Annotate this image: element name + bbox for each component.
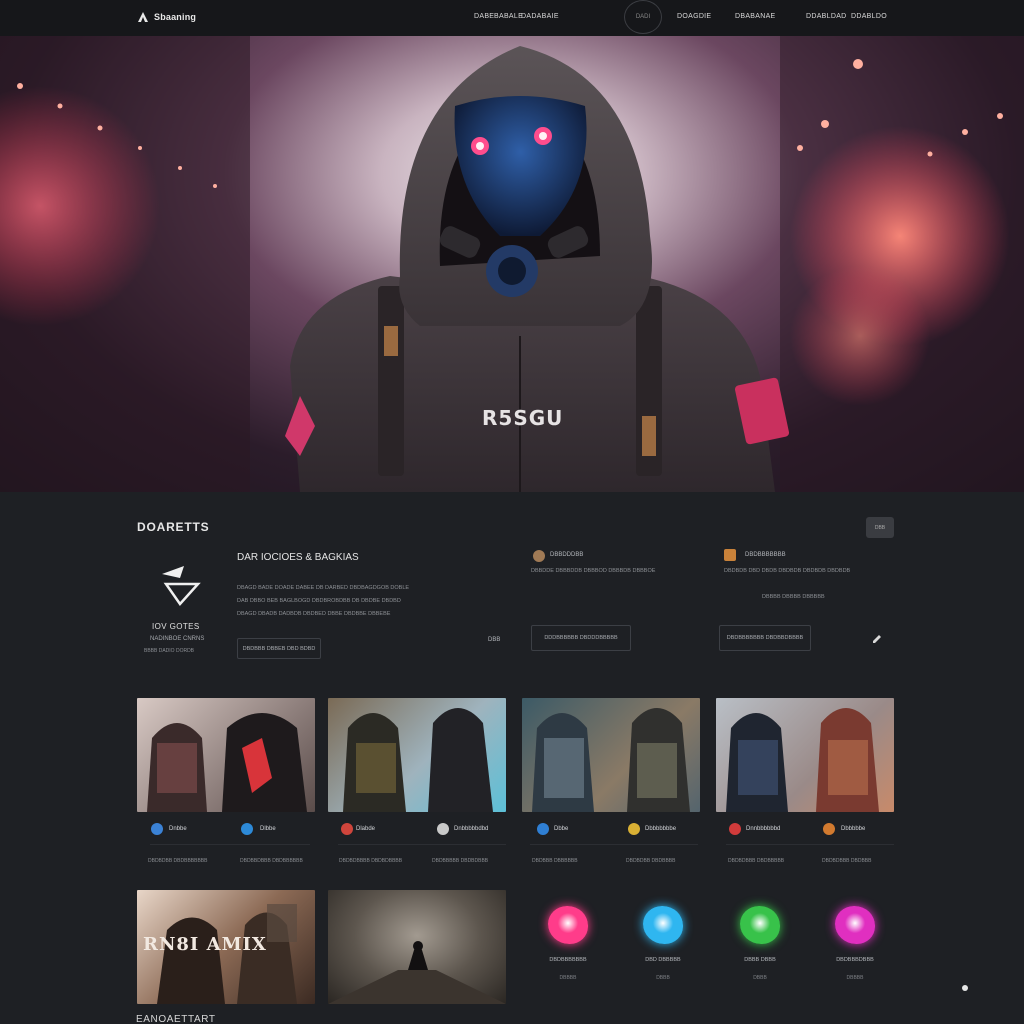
nav-circle-button[interactable]: DADI <box>624 0 662 34</box>
blob-sub-3: DBBB <box>753 975 767 981</box>
nav-link-2[interactable]: BABALE <box>494 13 523 20</box>
product-meta-1: DBDBDBB DBDBBBBBBB <box>148 858 208 864</box>
card-main-side-label: DBB <box>488 637 501 643</box>
blob-label-1: DBDBBBBBBB <box>549 957 587 963</box>
card-title: DAR IOCIOES & BAGKIAS <box>237 552 359 563</box>
product-name-5[interactable]: Dbbe <box>554 826 568 832</box>
divider <box>530 844 698 845</box>
card-three-label: DBDBBBBBBB <box>745 552 786 558</box>
footer-title: EANOAETTART <box>136 1014 216 1024</box>
card-text-line: DBAGD DBADB DADBDB DBDBED DBBE DBDBBE DB… <box>237 611 391 617</box>
divider <box>338 844 506 845</box>
product-meta-6: DBDBDBB DBDBBBB <box>626 858 676 864</box>
product-icon-8 <box>823 823 835 835</box>
product-image-2[interactable] <box>328 698 506 812</box>
card-two-icon <box>533 550 545 562</box>
product-image-1[interactable] <box>137 698 315 812</box>
card-three-button-label: DBDBBBBBBB DBDBBDBBBB <box>726 635 804 641</box>
magenta-app-icon[interactable] <box>835 906 875 944</box>
product-meta-7: DBDBDBBB DBDBBBBB <box>728 858 785 864</box>
pink-app-icon[interactable] <box>548 906 588 944</box>
card-two-text: DBBDDE DBBBDDB DBBBOD DBBBDB DBBBOE <box>531 568 656 574</box>
product-name-1[interactable]: Dnbbe <box>169 826 187 832</box>
divider <box>726 844 894 845</box>
card-main-button[interactable]: DBDBBB DBBEB DBD BDBD <box>237 638 321 659</box>
hero-banner: R5SGU <box>0 36 1024 492</box>
feature-subtitle: NADINBOE CNRNS <box>150 636 205 642</box>
card-text-line: DAB DBBO BEB BAGLBOGD DBDBROBDBB DB DBDB… <box>237 598 401 604</box>
banner-text: RN8I AMIX <box>143 934 267 955</box>
card-text-line: DBAGD BADE DOADE DABEE DB DARBED DBDBAGD… <box>237 585 410 591</box>
nav-link-5[interactable]: DBABANAE <box>735 13 776 20</box>
card-three-text: DBBBB DBBBB DBBBBB <box>762 594 825 600</box>
nav-circle-label: DADI <box>635 14 651 20</box>
nav-link-7[interactable]: DDABLDO <box>851 13 887 20</box>
product-meta-4: DBDBBBBB DBDBDBBB <box>432 858 489 864</box>
product-icon-5 <box>537 823 549 835</box>
product-icon-2 <box>241 823 253 835</box>
product-meta-5: DBDBBB DBBBBBB <box>532 858 578 864</box>
logo[interactable]: Sbaaning <box>136 10 196 24</box>
scroll-dot[interactable] <box>962 985 968 991</box>
product-name-2[interactable]: Dlbbe <box>260 826 276 832</box>
product-meta-2: DBDBBDBBB DBDBBBBBB <box>240 858 303 864</box>
product-icon-3 <box>341 823 353 835</box>
cyan-app-icon[interactable] <box>643 906 683 944</box>
nav-link-1[interactable]: DABE <box>474 13 494 20</box>
blob-label-4: DBDBBBDBBB <box>836 957 874 963</box>
blob-label-3: DBBB DBBB <box>744 957 776 963</box>
blob-sub-4: DBBBB <box>846 975 864 981</box>
nav-link-3[interactable]: DADABAIE <box>521 13 559 20</box>
card-three-button[interactable]: DBDBBBBBBB DBDBBDBBBB <box>719 625 811 651</box>
logo-text: Sbaaning <box>154 12 197 22</box>
section-title: DOARETTS <box>137 520 210 534</box>
blob-sub-1: DBBBB <box>559 975 577 981</box>
product-name-6[interactable]: Dbbbbbbbe <box>645 826 676 832</box>
feature-subtitle-2: BBBB DADIO DORDB <box>144 648 195 654</box>
card-three-text: DBDBDB DBD DBDB DBDBDB DBDBDB DBDBDB <box>724 568 851 574</box>
logo-icon <box>138 12 148 22</box>
product-name-4[interactable]: Dnbbbbbdbd <box>454 826 488 832</box>
section-button-label: DBB <box>874 524 886 531</box>
product-image-4[interactable] <box>716 698 894 812</box>
product-icon-7 <box>729 823 741 835</box>
card-main-button-label: DBDBBB DBBEB DBD BDBD <box>242 645 316 652</box>
product-icon-4 <box>437 823 449 835</box>
scene-image[interactable] <box>328 890 506 1004</box>
arrow-logo-icon <box>162 566 201 607</box>
card-three-icon <box>724 549 736 561</box>
nav-link-6[interactable]: DDABLDAD <box>806 13 847 20</box>
blob-sub-2: DBBB <box>656 975 670 981</box>
divider <box>150 844 310 845</box>
product-image-3[interactable] <box>522 698 700 812</box>
product-icon-1 <box>151 823 163 835</box>
top-navbar: Sbaaning DABE BABALE DADABAIE DADI DOAGD… <box>0 0 1024 36</box>
product-icon-6 <box>628 823 640 835</box>
blob-label-2: DBD DBBBBB <box>645 957 681 963</box>
feature-name: IOV GOTES <box>152 622 200 631</box>
nav-link-4[interactable]: DOAGDIE <box>677 13 711 20</box>
product-meta-3: DBDBDBBBB DBDBDBBBB <box>339 858 403 864</box>
section-button[interactable]: DBB <box>866 517 894 538</box>
banner-image[interactable]: RN8I AMIX <box>137 890 315 1004</box>
product-name-3[interactable]: Dlabde <box>356 826 375 832</box>
product-name-7[interactable]: Dnnbbbbbbd <box>746 826 780 832</box>
product-name-8[interactable]: Dbbbbbe <box>841 826 865 832</box>
card-two-button[interactable]: DDDBBBBBB DBDDDBBBBB <box>531 625 631 651</box>
product-meta-8: DBDBDBBB DBDBBB <box>822 858 872 864</box>
card-two-button-label: DDDBBBBBB DBDDDBBBBB <box>544 635 618 641</box>
pencil-icon[interactable] <box>872 634 882 644</box>
card-two-label: DBBDDDBB <box>550 552 584 558</box>
green-app-icon[interactable] <box>740 906 780 944</box>
hero-chest-text: R5SGU <box>482 406 564 430</box>
